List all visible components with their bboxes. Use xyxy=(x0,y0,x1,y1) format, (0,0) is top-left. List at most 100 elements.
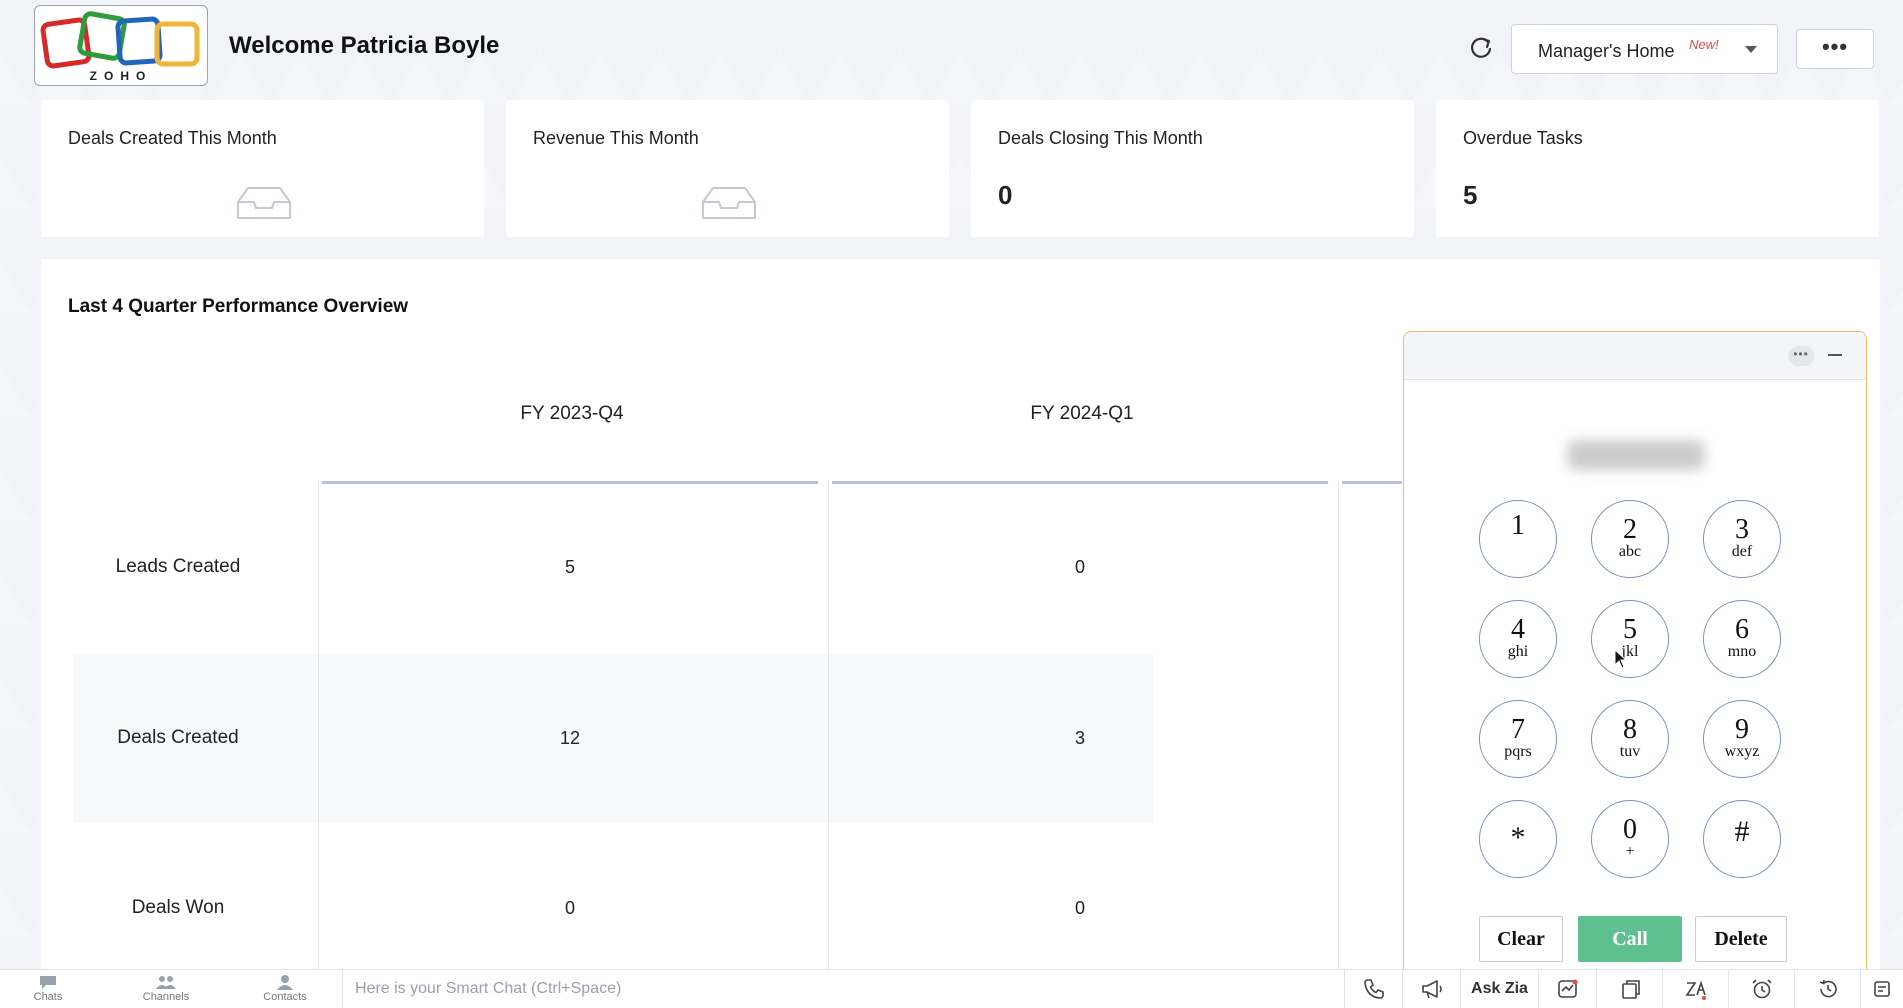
more-options-button[interactable]: ••• xyxy=(1796,29,1874,69)
dial-key-0[interactable]: 0 + xyxy=(1591,800,1669,878)
empty-inbox-icon xyxy=(702,187,756,219)
column-rule xyxy=(1342,481,1402,484)
kpi-card-deals-created[interactable]: Deals Created This Month xyxy=(41,100,484,237)
phone-icon xyxy=(1363,979,1384,999)
key-letters: ghi xyxy=(1507,643,1529,660)
announcement-button[interactable] xyxy=(1403,970,1461,1008)
row-label: Leads Created xyxy=(115,556,241,577)
column-rule xyxy=(322,481,818,484)
key-digit: 3 xyxy=(1735,514,1749,545)
dial-key-4[interactable]: 4 ghi xyxy=(1479,600,1557,678)
dial-key-5[interactable]: 5 jkl xyxy=(1591,600,1669,678)
key-letters: def xyxy=(1731,543,1753,560)
dialer-header: ••• xyxy=(1404,332,1866,380)
call-button[interactable]: Call xyxy=(1578,916,1682,962)
key-digit: 1 xyxy=(1511,510,1525,541)
zia-icon xyxy=(1685,980,1706,1000)
channels-label: Channels xyxy=(142,991,190,1003)
new-badge: New! xyxy=(1689,37,1719,52)
table-cell[interactable]: 0 xyxy=(832,898,1328,919)
records-button[interactable] xyxy=(1597,970,1663,1008)
recent-items-button[interactable] xyxy=(1795,970,1861,1008)
kpi-title: Deals Closing This Month xyxy=(998,128,1203,148)
row-label: Deals Won xyxy=(131,897,225,918)
key-digit: 2 xyxy=(1623,514,1637,545)
key-digit: # xyxy=(1734,815,1750,848)
channels-icon xyxy=(156,976,176,989)
table-cell[interactable]: 0 xyxy=(322,898,818,919)
home-view-select[interactable]: Manager's Home New! xyxy=(1511,24,1778,74)
dial-key-9[interactable]: 9 wxyz xyxy=(1703,700,1781,778)
column-rule xyxy=(832,481,1328,484)
table-cell[interactable]: 3 xyxy=(832,728,1328,749)
key-letters: + xyxy=(1625,843,1635,860)
column-header: FY 2023-Q4 xyxy=(520,403,624,424)
key-letters: abc xyxy=(1618,543,1642,560)
chats-label: Chats xyxy=(33,991,63,1003)
channels-button[interactable]: Channels xyxy=(131,974,201,1003)
refresh-button[interactable] xyxy=(1466,32,1496,62)
empty-inbox-icon xyxy=(237,187,291,219)
home-view-label: Manager's Home xyxy=(1538,41,1675,61)
ask-zia-button[interactable]: Ask Zia xyxy=(1461,970,1539,1008)
zoho-logo-icon xyxy=(40,11,200,69)
dial-key-8[interactable]: 8 tuv xyxy=(1591,700,1669,778)
kpi-title: Revenue This Month xyxy=(533,128,699,148)
chats-button[interactable]: Chats xyxy=(13,974,83,1003)
row-label: Deals Created xyxy=(117,727,239,748)
minimize-icon[interactable] xyxy=(1828,354,1842,356)
key-digit: 0 xyxy=(1623,814,1637,845)
dial-key-star[interactable]: * xyxy=(1479,800,1557,878)
column-header: FY 2024-Q1 xyxy=(1030,403,1134,424)
panel-title: Last 4 Quarter Performance Overview xyxy=(68,296,409,317)
key-digit: 8 xyxy=(1623,714,1637,745)
records-icon xyxy=(1621,980,1640,999)
reminders-button[interactable] xyxy=(1729,970,1795,1008)
column-divider xyxy=(1338,481,1339,1007)
mouse-cursor-icon xyxy=(1614,649,1628,669)
smart-chat-input[interactable]: Here is your Smart Chat (Ctrl+Space) xyxy=(342,970,1345,1008)
clear-button[interactable]: Clear xyxy=(1479,916,1563,962)
table-cell[interactable]: 5 xyxy=(322,557,818,578)
history-icon xyxy=(1819,979,1837,998)
table-cell[interactable]: 12 xyxy=(322,728,818,749)
contacts-label: Contacts xyxy=(263,991,307,1003)
dialer-more-button[interactable]: ••• xyxy=(1788,346,1814,366)
phone-button[interactable] xyxy=(1345,970,1403,1008)
dial-key-7[interactable]: 7 pqrs xyxy=(1479,700,1557,778)
refresh-icon xyxy=(1470,37,1492,58)
key-letters: tuv xyxy=(1619,743,1641,760)
bottom-bar: Chats Channels Contacts Here is your Sma… xyxy=(0,969,1903,1008)
dial-key-1[interactable]: 1 xyxy=(1479,500,1557,578)
kpi-card-overdue-tasks[interactable]: Overdue Tasks 5 xyxy=(1436,100,1879,237)
megaphone-icon xyxy=(1421,980,1442,999)
column-divider xyxy=(318,481,319,1007)
key-digit: 5 xyxy=(1623,614,1637,645)
kpi-value: 5 xyxy=(1463,180,1478,210)
signals-button[interactable] xyxy=(1539,970,1597,1008)
key-letters: wxyz xyxy=(1724,743,1760,760)
dialed-number xyxy=(1567,440,1705,470)
dial-key-2[interactable]: 2 abc xyxy=(1591,500,1669,578)
dial-key-hash[interactable]: # xyxy=(1703,800,1781,878)
key-letters: pqrs xyxy=(1504,743,1532,760)
chat-bubble-icon xyxy=(40,976,56,989)
contacts-button[interactable]: Contacts xyxy=(250,974,320,1003)
key-digit: 7 xyxy=(1511,714,1525,745)
kpi-title: Deals Created This Month xyxy=(68,128,277,148)
delete-button[interactable]: Delete xyxy=(1695,916,1787,962)
zoho-logo[interactable]: ZOHO xyxy=(34,5,208,86)
dial-key-6[interactable]: 6 mno xyxy=(1703,600,1781,678)
zia-button[interactable] xyxy=(1663,970,1729,1008)
contacts-icon xyxy=(277,975,293,990)
notes-icon xyxy=(1874,981,1890,997)
kpi-title: Overdue Tasks xyxy=(1463,128,1583,148)
kpi-card-revenue[interactable]: Revenue This Month xyxy=(506,100,949,237)
dial-key-3[interactable]: 3 def xyxy=(1703,500,1781,578)
kpi-card-deals-closing[interactable]: Deals Closing This Month 0 xyxy=(971,100,1414,237)
notes-button[interactable] xyxy=(1861,970,1903,1008)
signals-icon xyxy=(1557,979,1577,998)
kpi-value: 0 xyxy=(998,180,1013,210)
caret-down-icon xyxy=(1745,46,1757,53)
table-cell[interactable]: 0 xyxy=(832,557,1328,578)
